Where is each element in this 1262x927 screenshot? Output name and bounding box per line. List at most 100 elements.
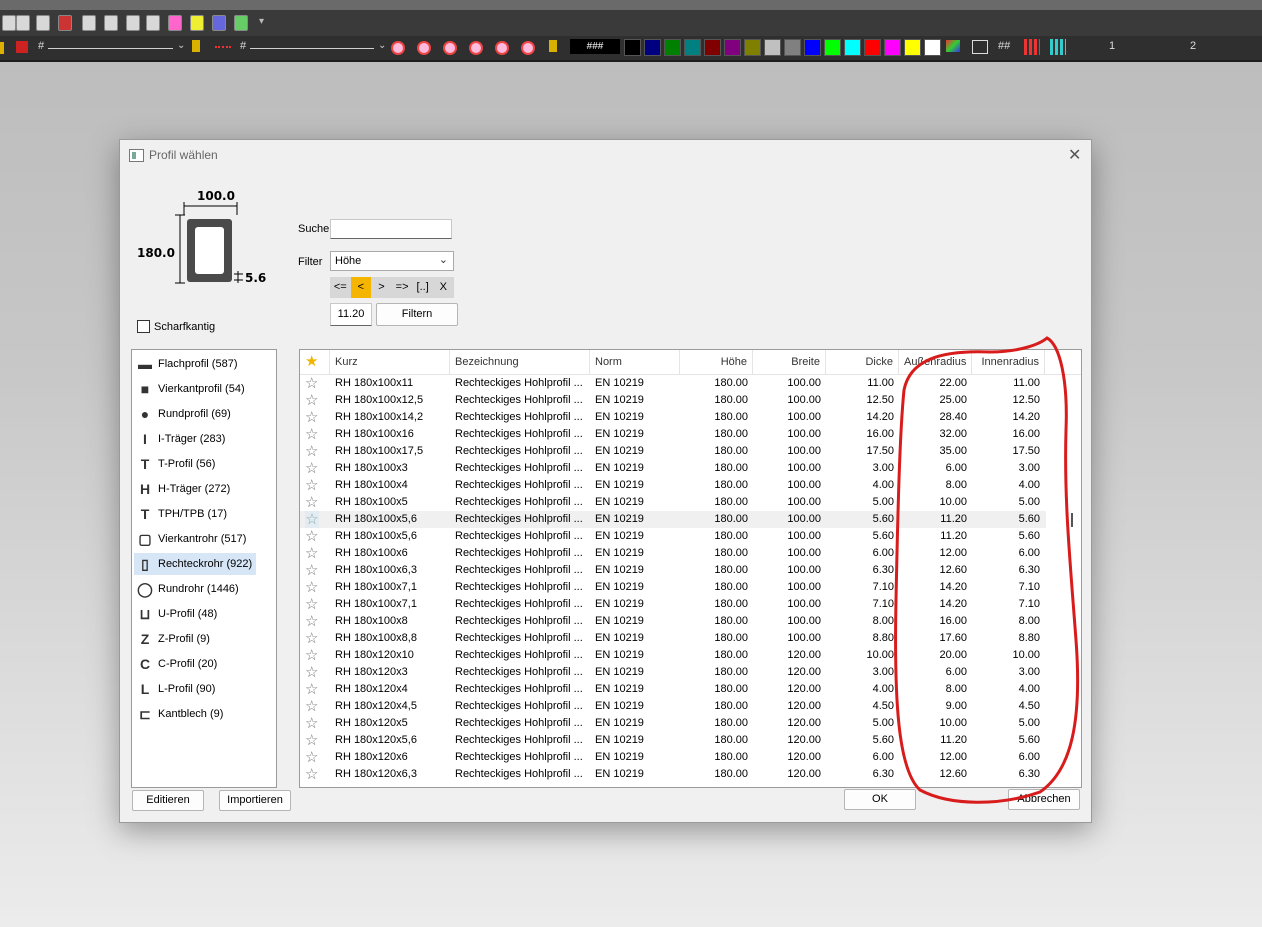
hatch-icon[interactable]: [1050, 39, 1066, 55]
column-header[interactable]: Innenradius: [972, 350, 1045, 374]
favorite-star-icon[interactable]: ☆: [305, 545, 318, 562]
color-swatch[interactable]: [664, 39, 681, 56]
cancel-button[interactable]: Abbrechen: [1008, 789, 1080, 810]
grid-label[interactable]: ##: [998, 40, 1010, 52]
color-swatch[interactable]: [924, 39, 941, 56]
chevron-down-icon[interactable]: ▾: [259, 16, 264, 27]
tool-icon[interactable]: [126, 15, 140, 31]
table-row[interactable]: ☆ RH 180x120x10 Rechteckiges Hohlprofil ..…: [300, 647, 1046, 664]
lock-icon[interactable]: [192, 40, 200, 52]
sharp-edge-checkbox[interactable]: Scharfkantig: [137, 320, 215, 333]
page-1-tab[interactable]: 1: [1109, 40, 1115, 52]
operator-button[interactable]: <=: [330, 277, 351, 298]
line-color-icon[interactable]: [16, 41, 28, 53]
operator-button[interactable]: [..]: [412, 277, 433, 298]
category-item[interactable]: ◯ Rundrohr (1446): [134, 578, 243, 600]
column-header[interactable]: Norm: [590, 350, 680, 374]
table-row[interactable]: ☆ RH 180x100x3 Rechteckiges Hohlprofil ...…: [300, 460, 1046, 477]
lock-icon[interactable]: [549, 40, 557, 52]
table-row[interactable]: ☆ RH 180x120x6,3 Rechteckiges Hohlprofil .…: [300, 766, 1046, 783]
column-header[interactable]: Dicke: [826, 350, 899, 374]
tool-icon[interactable]: [212, 15, 226, 31]
favorite-star-icon[interactable]: ☆: [305, 409, 318, 426]
table-row[interactable]: ☆ RH 180x120x5 Rechteckiges Hohlprofil ...…: [300, 715, 1046, 732]
operator-button[interactable]: <: [350, 277, 372, 298]
zoom-previous-icon[interactable]: [495, 41, 509, 55]
table-row[interactable]: ☆ RH 180x100x8 Rechteckiges Hohlprofil ...…: [300, 613, 1046, 630]
color-swatch[interactable]: [824, 39, 841, 56]
color-swatch[interactable]: [884, 39, 901, 56]
tool-icon[interactable]: [234, 15, 248, 31]
category-item[interactable]: Z Z-Profil (9): [134, 628, 214, 650]
operator-button[interactable]: X: [433, 277, 454, 298]
category-item[interactable]: C C-Profil (20): [134, 653, 221, 675]
operator-button[interactable]: >: [371, 277, 392, 298]
table-row[interactable]: ☆ RH 180x100x5,6 Rechteckiges Hohlprofil .…: [300, 511, 1046, 528]
category-item[interactable]: ▢ Vierkantrohr (517): [134, 528, 250, 550]
color-swatch[interactable]: [724, 39, 741, 56]
category-item[interactable]: ⊔ U-Profil (48): [134, 603, 221, 625]
checkbox-box[interactable]: [137, 320, 150, 333]
favorite-star-icon[interactable]: ☆: [305, 630, 318, 647]
color-swatch[interactable]: [704, 39, 721, 56]
category-item[interactable]: L L-Profil (90): [134, 678, 219, 700]
table-row[interactable]: ☆ RH 180x100x14,2 Rechteckiges Hohlprofil …: [300, 409, 1046, 426]
table-row[interactable]: ☆ RH 180x120x4,5 Rechteckiges Hohlprofil .…: [300, 698, 1046, 715]
table-row[interactable]: ☆ RH 180x100x6 Rechteckiges Hohlprofil ...…: [300, 545, 1046, 562]
tool-icon[interactable]: [168, 15, 182, 31]
category-item[interactable]: ■ Vierkantprofil (54): [134, 378, 249, 400]
display-icon[interactable]: [972, 40, 988, 54]
close-icon[interactable]: ✕: [1068, 145, 1081, 165]
tool-icon[interactable]: [104, 15, 118, 31]
table-row[interactable]: ☆ RH 180x120x5,6 Rechteckiges Hohlprofil .…: [300, 732, 1046, 749]
color-swatch[interactable]: [764, 39, 781, 56]
table-row[interactable]: ☆ RH 180x100x11 Rechteckiges Hohlprofil ..…: [300, 375, 1046, 392]
zoom-in-icon[interactable]: [443, 41, 457, 55]
category-item[interactable]: ⊏ Kantblech (9): [134, 703, 227, 725]
table-row[interactable]: ☆ RH 180x100x5 Rechteckiges Hohlprofil ...…: [300, 494, 1046, 511]
line-style-select[interactable]: [48, 48, 173, 49]
color-swatch[interactable]: [684, 39, 701, 56]
color-swatch[interactable]: [864, 39, 881, 56]
favorite-star-icon[interactable]: ☆: [305, 443, 318, 460]
table-row[interactable]: ☆ RH 180x100x16 Rechteckiges Hohlprofil ..…: [300, 426, 1046, 443]
favorite-star-icon[interactable]: ☆: [305, 528, 318, 545]
tool-icon[interactable]: [16, 15, 30, 31]
favorite-star-icon[interactable]: ☆: [305, 579, 318, 596]
category-item[interactable]: T T-Profil (56): [134, 453, 219, 475]
tool-icon[interactable]: [82, 15, 96, 31]
favorite-star-icon[interactable]: ☆: [305, 732, 318, 749]
favorite-star-icon[interactable]: ☆: [305, 681, 318, 698]
favorite-star-icon[interactable]: ☆: [305, 715, 318, 732]
import-button[interactable]: Importieren: [219, 790, 291, 811]
favorite-star-icon[interactable]: ☆: [305, 460, 318, 477]
text-style-field[interactable]: ###: [570, 39, 620, 54]
favorite-star-icon[interactable]: ☆: [305, 392, 318, 409]
color-swatch[interactable]: [804, 39, 821, 56]
scrollbar-thumb[interactable]: [1071, 513, 1073, 527]
ok-button[interactable]: OK: [844, 789, 916, 810]
layers-icon[interactable]: [1024, 39, 1040, 55]
favorite-star-icon[interactable]: ☆: [305, 613, 318, 630]
favorite-star-icon[interactable]: ☆: [305, 596, 318, 613]
favorite-star-icon[interactable]: ☆: [305, 426, 318, 443]
column-header[interactable]: Außenradius: [899, 350, 972, 374]
favorite-star-icon[interactable]: ☆: [305, 664, 318, 681]
table-row[interactable]: ☆ RH 180x100x5,6 Rechteckiges Hohlprofil .…: [300, 528, 1046, 545]
tool-icon[interactable]: [146, 15, 160, 31]
table-row[interactable]: ☆ RH 180x100x12,5 Rechteckiges Hohlprofil …: [300, 392, 1046, 409]
zoom-window-icon[interactable]: [417, 41, 431, 55]
favorite-star-icon[interactable]: ☆: [305, 511, 319, 528]
filter-button[interactable]: Filtern: [376, 303, 458, 326]
table-row[interactable]: ☆ RH 180x100x4 Rechteckiges Hohlprofil ...…: [300, 477, 1046, 494]
edit-button[interactable]: Editieren: [132, 790, 204, 811]
chevron-down-icon[interactable]: ⌄: [177, 40, 185, 51]
search-input[interactable]: [330, 219, 452, 239]
tool-icon[interactable]: [190, 15, 204, 31]
column-header[interactable]: Breite: [753, 350, 826, 374]
tool-icon[interactable]: [36, 15, 50, 31]
table-row[interactable]: ☆ RH 180x100x7,1 Rechteckiges Hohlprofil .…: [300, 579, 1046, 596]
favorite-star-icon[interactable]: ☆: [305, 647, 318, 664]
category-item[interactable]: ▯ Rechteckrohr (922): [134, 553, 257, 575]
favorite-star-icon[interactable]: ☆: [305, 477, 318, 494]
